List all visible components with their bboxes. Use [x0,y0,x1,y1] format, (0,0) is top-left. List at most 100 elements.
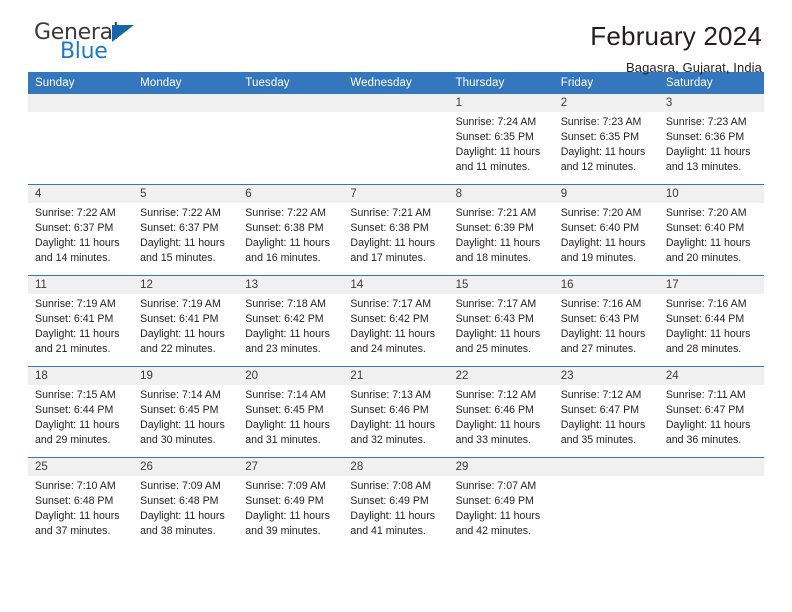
sunrise-text: Sunrise: 7:16 AM [665,298,747,310]
calendar-week-row: 25 Sunrise: 7:10 AM Sunset: 6:48 PM Dayligh… [28,457,764,548]
sunrise-text: Sunrise: 7:23 AM [665,116,747,128]
calendar-day-cell[interactable]: 13 Sunrise: 7:18 AM Sunset: 6:42 PM Dayligh… [238,275,344,367]
day-number [553,458,659,476]
calendar-day-cell[interactable]: 6 Sunrise: 7:22 AM Sunset: 6:38 PM Daylight… [238,184,344,276]
day-number: 2 [553,94,659,112]
sunset-text: Sunset: 6:49 PM [455,495,534,508]
weekday-header-saturday: Saturday [658,72,764,94]
daylight-text: Daylight: 11 hours and 15 minutes. [140,237,225,265]
day-details: Sunrise: 7:16 AM Sunset: 6:43 PM Daylight:… [554,294,659,357]
daylight-text: Daylight: 11 hours and 13 minutes. [665,146,751,174]
daylight-text: Daylight: 11 hours and 23 minutes. [245,328,330,356]
calendar-day-cell[interactable]: 18 Sunrise: 7:15 AM Sunset: 6:44 PM Dayligh… [28,366,134,458]
day-details: Sunrise: 7:14 AM Sunset: 6:45 PM Daylight:… [238,385,343,448]
day-details: Sunrise: 7:21 AM Sunset: 6:38 PM Daylight:… [343,203,448,266]
sunrise-text: Sunrise: 7:24 AM [455,116,537,128]
day-number: 5 [133,185,239,203]
calendar-day-cell[interactable]: 14 Sunrise: 7:17 AM Sunset: 6:42 PM Dayligh… [343,275,449,367]
calendar-day-cell[interactable]: 7 Sunrise: 7:21 AM Sunset: 6:38 PM Daylight… [343,184,449,276]
day-number [133,94,239,112]
daylight-text: Daylight: 11 hours and 16 minutes. [245,237,330,265]
general-blue-logo[interactable]: General Blue [28,22,148,68]
day-number: 8 [448,185,554,203]
sunrise-text: Sunrise: 7:23 AM [560,116,642,128]
calendar-day-cell[interactable]: 12 Sunrise: 7:19 AM Sunset: 6:41 PM Dayligh… [133,275,239,367]
calendar-day-cell[interactable]: 9 Sunrise: 7:20 AM Sunset: 6:40 PM Daylight… [553,184,659,276]
sunrise-text: Sunrise: 7:17 AM [455,298,537,310]
calendar-day-cell[interactable]: 11 Sunrise: 7:19 AM Sunset: 6:41 PM Dayligh… [28,275,134,367]
day-number [238,94,344,112]
sunset-text: Sunset: 6:36 PM [665,131,745,144]
daylight-text: Daylight: 11 hours and 33 minutes. [455,419,541,447]
weekday-header-row: Sunday Monday Tuesday Wednesday Thursday… [28,72,764,94]
day-number: 25 [28,458,134,476]
calendar-day-cell[interactable]: 25 Sunrise: 7:10 AM Sunset: 6:48 PM Dayligh… [28,457,134,548]
daylight-text: Daylight: 11 hours and 21 minutes. [35,328,120,356]
day-number: 24 [658,367,764,385]
daylight-text: Daylight: 11 hours and 37 minutes. [35,510,120,538]
day-number [658,458,764,476]
day-number: 16 [553,276,659,294]
calendar-day-cell[interactable]: 2 Sunrise: 7:23 AM Sunset: 6:35 PM Daylight… [553,94,659,185]
calendar-day-cell[interactable]: 15 Sunrise: 7:17 AM Sunset: 6:43 PM Dayligh… [448,275,554,367]
sunset-text: Sunset: 6:48 PM [140,495,219,508]
day-details: Sunrise: 7:22 AM Sunset: 6:37 PM Daylight:… [133,203,238,266]
calendar-day-cell[interactable]: 4 Sunrise: 7:22 AM Sunset: 6:37 PM Daylight… [28,184,134,276]
day-number: 15 [448,276,554,294]
day-number: 3 [658,94,764,112]
daylight-text: Daylight: 11 hours and 31 minutes. [245,419,330,447]
calendar-day-cell[interactable]: 23 Sunrise: 7:12 AM Sunset: 6:47 PM Dayligh… [553,366,659,458]
day-number: 20 [238,367,344,385]
day-number: 17 [658,276,764,294]
calendar-day-cell[interactable]: 1 Sunrise: 7:24 AM Sunset: 6:35 PM Daylight… [448,94,554,185]
day-details: Sunrise: 7:19 AM Sunset: 6:41 PM Daylight:… [133,294,238,357]
daylight-text: Daylight: 11 hours and 39 minutes. [245,510,330,538]
calendar-day-cell[interactable]: 5 Sunrise: 7:22 AM Sunset: 6:37 PM Daylight… [133,184,239,276]
day-details: Sunrise: 7:07 AM Sunset: 6:49 PM Daylight:… [449,476,554,539]
day-number [343,94,449,112]
calendar-day-cell[interactable]: 26 Sunrise: 7:09 AM Sunset: 6:48 PM Dayligh… [133,457,239,548]
day-number: 12 [133,276,239,294]
day-details: Sunrise: 7:24 AM Sunset: 6:35 PM Daylight:… [449,112,554,175]
day-details: Sunrise: 7:09 AM Sunset: 6:48 PM Daylight:… [133,476,238,539]
daylight-text: Daylight: 11 hours and 25 minutes. [455,328,541,356]
sunrise-text: Sunrise: 7:12 AM [560,389,642,401]
calendar-day-cell[interactable]: 17 Sunrise: 7:16 AM Sunset: 6:44 PM Dayligh… [658,275,764,367]
calendar-day-cell[interactable]: 21 Sunrise: 7:13 AM Sunset: 6:46 PM Dayligh… [343,366,449,458]
calendar-day-cell[interactable]: 8 Sunrise: 7:21 AM Sunset: 6:39 PM Daylight… [448,184,554,276]
day-details: Sunrise: 7:14 AM Sunset: 6:45 PM Daylight:… [133,385,238,448]
sunrise-text: Sunrise: 7:18 AM [245,298,326,310]
calendar-day-cell[interactable]: 29 Sunrise: 7:07 AM Sunset: 6:49 PM Dayligh… [448,457,554,548]
calendar-empty-cell [658,457,764,548]
day-details: Sunrise: 7:17 AM Sunset: 6:42 PM Daylight:… [343,294,448,357]
day-number: 28 [343,458,449,476]
sunrise-text: Sunrise: 7:21 AM [350,207,432,219]
weekday-header-sunday: Sunday [28,72,134,94]
calendar-day-cell[interactable]: 10 Sunrise: 7:20 AM Sunset: 6:40 PM Dayligh… [658,184,764,276]
location-subtitle: Bagasra, Gujarat, India [626,59,762,75]
calendar-day-cell[interactable]: 20 Sunrise: 7:14 AM Sunset: 6:45 PM Dayligh… [238,366,344,458]
sunset-text: Sunset: 6:46 PM [350,404,429,417]
day-details: Sunrise: 7:22 AM Sunset: 6:38 PM Daylight:… [238,203,343,266]
calendar-day-cell[interactable]: 22 Sunrise: 7:12 AM Sunset: 6:46 PM Dayligh… [448,366,554,458]
day-number: 19 [133,367,239,385]
sunset-text: Sunset: 6:42 PM [245,313,324,326]
calendar-day-cell[interactable]: 16 Sunrise: 7:16 AM Sunset: 6:43 PM Dayligh… [553,275,659,367]
calendar-day-cell[interactable]: 28 Sunrise: 7:08 AM Sunset: 6:49 PM Dayligh… [343,457,449,548]
calendar-body: 1 Sunrise: 7:24 AM Sunset: 6:35 PM Daylight… [28,94,764,548]
day-details: Sunrise: 7:08 AM Sunset: 6:49 PM Daylight:… [343,476,448,539]
sunrise-text: Sunrise: 7:15 AM [35,389,116,401]
calendar-grid: Sunday Monday Tuesday Wednesday Thursday… [28,72,764,548]
calendar-day-cell[interactable]: 24 Sunrise: 7:11 AM Sunset: 6:47 PM Dayligh… [658,366,764,458]
sunset-text: Sunset: 6:40 PM [665,222,745,235]
day-number: 21 [343,367,449,385]
daylight-text: Daylight: 11 hours and 36 minutes. [665,419,751,447]
day-details: Sunrise: 7:15 AM Sunset: 6:44 PM Daylight:… [28,385,133,448]
sunrise-text: Sunrise: 7:22 AM [35,207,116,219]
calendar-day-cell[interactable]: 27 Sunrise: 7:09 AM Sunset: 6:49 PM Dayligh… [238,457,344,548]
calendar-day-cell[interactable]: 3 Sunrise: 7:23 AM Sunset: 6:36 PM Daylight… [658,94,764,185]
calendar-day-cell[interactable]: 19 Sunrise: 7:14 AM Sunset: 6:45 PM Dayligh… [133,366,239,458]
calendar-week-row: 4 Sunrise: 7:22 AM Sunset: 6:37 PM Daylight… [28,184,764,276]
daylight-text: Daylight: 11 hours and 35 minutes. [560,419,646,447]
daylight-text: Daylight: 11 hours and 38 minutes. [140,510,225,538]
